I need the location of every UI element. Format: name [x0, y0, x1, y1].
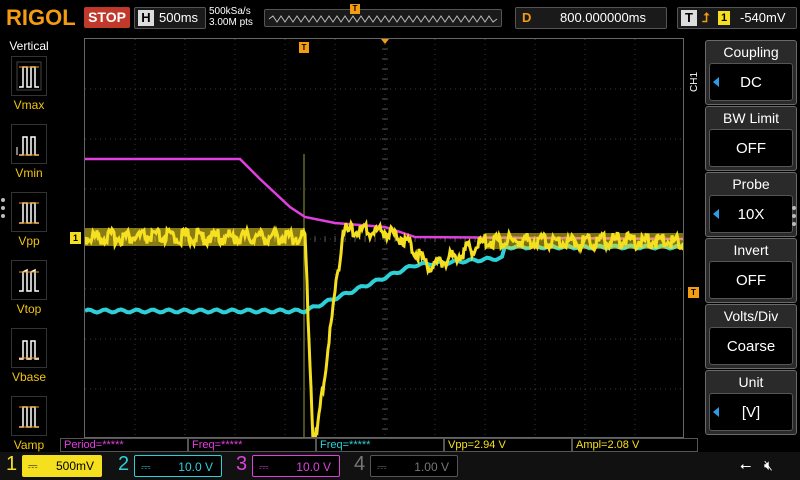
ch1-noise-band: [85, 228, 305, 246]
ch1-scale: 500mV: [55, 459, 94, 473]
probe-title: Probe: [732, 176, 770, 192]
trigger-box[interactable]: T ⮥ 1 -540mV: [677, 7, 797, 29]
trigger-source-badge: 1: [718, 11, 730, 25]
ch1-noise-band: [485, 233, 683, 249]
menu-channel-tag: CH1: [689, 71, 700, 92]
trigger-level: -540mV: [740, 10, 786, 25]
trigger-edge-icon: ⮥: [702, 10, 710, 25]
bw-limit-title: BW Limit: [723, 110, 779, 126]
vpp-label: Vpp: [18, 234, 40, 248]
menu-page-indicator: [1, 198, 6, 222]
vbase-icon: [11, 328, 47, 368]
channel-menu-panel: Coupling DC BW Limit OFF Probe 10X Inver…: [700, 40, 800, 452]
meas-freq-ch3[interactable]: Freq=*****: [188, 438, 316, 452]
run-stop-indicator[interactable]: STOP: [84, 7, 130, 28]
coupling-title: Coupling: [723, 44, 779, 60]
trigger-position-marker[interactable]: T: [299, 42, 309, 53]
vtop-label: Vtop: [16, 302, 42, 316]
timebase-key: H: [138, 10, 154, 26]
vamp-icon: [11, 396, 47, 436]
sample-rate: 500kSa/s: [209, 6, 251, 17]
meas-vpp-ch1[interactable]: Vpp=2.94 V: [444, 438, 572, 452]
meas-ampl-ch1[interactable]: Ampl=2.08 V: [572, 438, 698, 452]
menu-unit[interactable]: Unit [V]: [705, 370, 797, 435]
volts-div-title: Volts/Div: [723, 308, 779, 324]
brand-logo: RIGOL: [6, 5, 76, 30]
delay-key: D: [522, 10, 532, 25]
waveform-canvas: [85, 39, 683, 437]
vmin-icon: [11, 124, 47, 164]
ch1-trace: [85, 218, 683, 437]
measure-vmax[interactable]: Vmax: [9, 56, 49, 112]
ch3-number[interactable]: 3: [236, 453, 247, 476]
waveform-display[interactable]: [84, 38, 684, 438]
left-arrow-icon: [713, 407, 719, 417]
dc-coupling-icon: ⎓: [141, 460, 151, 474]
meas-freq-ch2[interactable]: Freq=*****: [316, 438, 444, 452]
memory-position-bar[interactable]: [264, 9, 502, 27]
measurement-bar: Period=***** Freq=***** Freq=***** Vpp=2…: [58, 438, 698, 452]
vbase-label: Vbase: [11, 370, 47, 384]
ch3-scale: 10.0 V: [296, 460, 331, 474]
vmin-label: Vmin: [15, 166, 43, 180]
menu-invert[interactable]: Invert OFF: [705, 238, 797, 303]
trigger-key: T: [681, 10, 697, 26]
unit-value: [V]: [709, 393, 793, 431]
trigger-level-marker[interactable]: T: [688, 287, 699, 298]
unit-title: Unit: [738, 374, 764, 390]
panel-title: Vertical: [9, 39, 49, 53]
menu-page-indicator-right: [792, 206, 796, 230]
trigger-position-marker-top: T: [350, 4, 360, 14]
vmax-icon: [11, 56, 47, 96]
measure-vmin[interactable]: Vmin: [9, 124, 49, 180]
timebase-box[interactable]: H 500ms: [134, 7, 206, 29]
coupling-value: DC: [709, 63, 793, 101]
ch2-number[interactable]: 2: [118, 453, 129, 476]
vtop-icon: [11, 260, 47, 300]
ch2-scale-box[interactable]: ⎓ 10.0 V: [134, 455, 222, 477]
measure-vtop[interactable]: Vtop: [9, 260, 49, 316]
menu-bw-limit[interactable]: BW Limit OFF: [705, 106, 797, 171]
dc-coupling-icon: ⎓: [259, 460, 269, 474]
ch1-scale-box[interactable]: ⎓ 500mV: [22, 455, 102, 477]
volts-div-value: Coarse: [709, 327, 793, 365]
ch4-scale: 1.00 V: [414, 460, 449, 474]
vpp-icon: [11, 192, 47, 232]
timebase-value: 500ms: [159, 10, 199, 25]
measure-vbase[interactable]: Vbase: [9, 328, 49, 384]
ch1-number[interactable]: 1: [6, 453, 17, 476]
meas-period-ch3[interactable]: Period=*****: [60, 438, 188, 452]
bw-limit-value: OFF: [709, 129, 793, 167]
ch4-scale-box[interactable]: ⎓ 1.00 V: [370, 455, 458, 477]
ch2-trace: [85, 242, 683, 315]
ch4-number[interactable]: 4: [354, 453, 365, 476]
channel-status-bar: 1 ⎓ 500mV 2 ⎓ 10.0 V 3 ⎓ 10.0 V 4 ⎓ 1.00…: [0, 452, 800, 480]
menu-probe[interactable]: Probe 10X: [705, 172, 797, 237]
left-arrow-icon: [713, 77, 719, 87]
center-marker-icon: [381, 39, 389, 44]
ch2-scale: 10.0 V: [178, 460, 213, 474]
measure-vpp[interactable]: Vpp: [9, 192, 49, 248]
menu-volts-div[interactable]: Volts/Div Coarse: [705, 304, 797, 369]
delay-value: 800.000000ms: [560, 10, 647, 25]
top-status-bar: RIGOL STOP H 500ms 500kSa/s 3.00M pts T …: [0, 0, 800, 36]
measure-vamp[interactable]: Vamp: [9, 396, 49, 452]
memory-depth: 3.00M pts: [209, 17, 253, 28]
ch1-ground-marker[interactable]: 1: [70, 232, 81, 244]
dc-coupling-icon: ⎓: [28, 459, 38, 473]
usb-icon: ⭠: [740, 458, 752, 474]
left-arrow-icon: [713, 209, 719, 219]
invert-value: OFF: [709, 261, 793, 299]
dc-coupling-icon: ⎓: [377, 460, 387, 474]
menu-coupling[interactable]: Coupling DC: [705, 40, 797, 105]
speaker-muted-icon[interactable]: 🔇︎: [764, 458, 773, 474]
delay-box[interactable]: D 800.000000ms: [515, 7, 667, 29]
vamp-label: Vamp: [13, 438, 45, 452]
invert-title: Invert: [733, 242, 769, 258]
ch3-scale-box[interactable]: ⎓ 10.0 V: [252, 455, 340, 477]
probe-value: 10X: [709, 195, 793, 233]
memory-waveform-icon: [268, 15, 498, 23]
vertical-measure-panel: Vertical Vmax Vmin Vpp Vtop Vbase Vamp: [0, 36, 58, 452]
vmax-label: Vmax: [13, 98, 45, 112]
